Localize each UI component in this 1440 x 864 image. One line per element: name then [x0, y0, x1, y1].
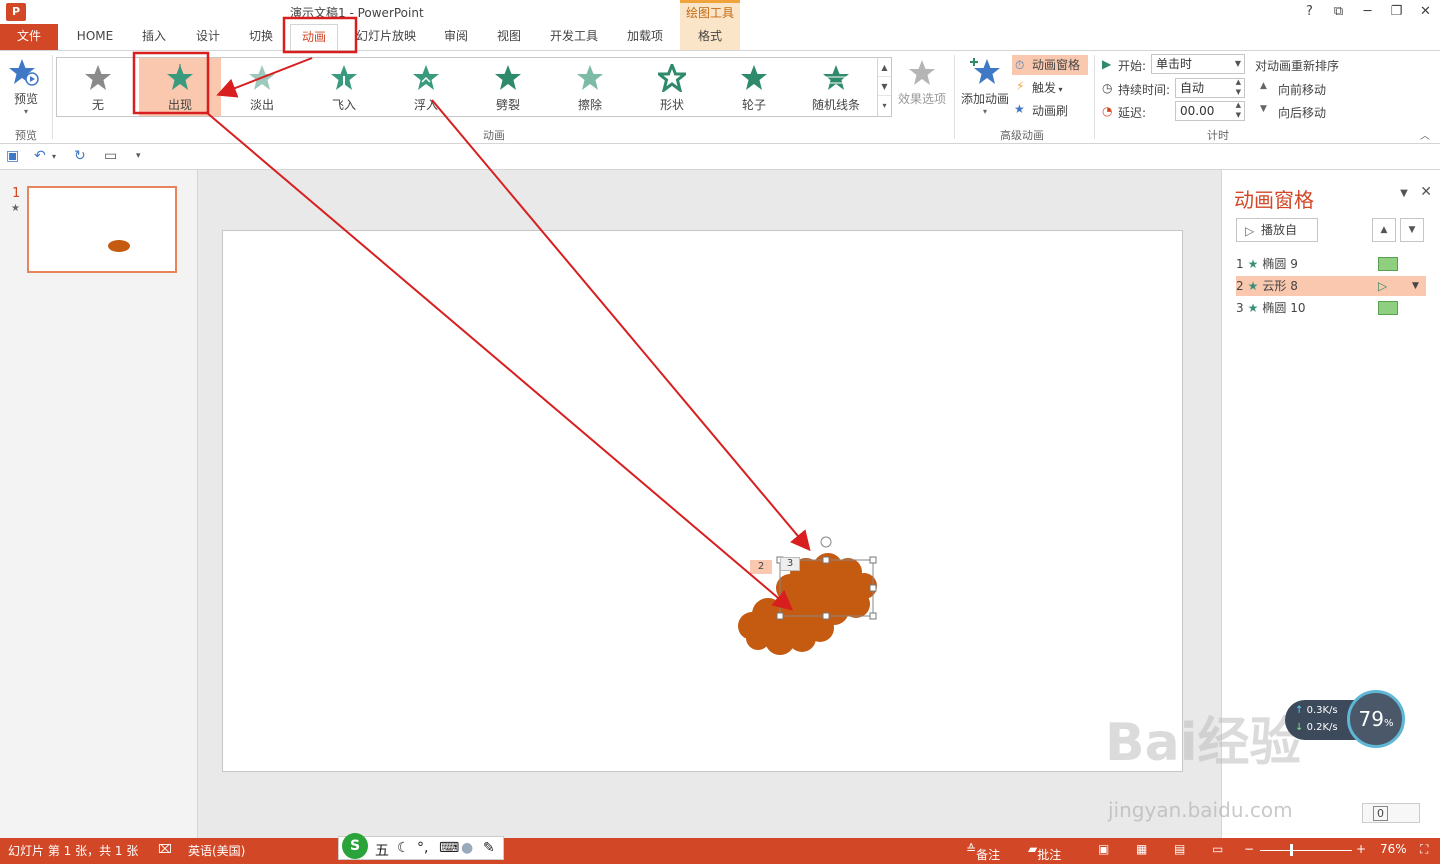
slide-info: 幻灯片 第 1 张，共 1 张: [8, 844, 139, 858]
zoom-slider[interactable]: [1260, 850, 1352, 851]
punctuation-icon[interactable]: °,: [417, 840, 428, 856]
baidu-watermark: Bai经验: [1105, 713, 1302, 773]
highlight-appear: [132, 51, 210, 115]
fit-icon: 0: [1373, 806, 1388, 821]
arrow-float-to-cloud: [431, 99, 811, 552]
network-speed-widget[interactable]: ↑ 0.3K/s ↓ 0.2K/s 79%: [1285, 690, 1405, 748]
move-up-button[interactable]: ▲: [1372, 218, 1396, 242]
upload-speed: ↑ 0.3K/s: [1295, 705, 1338, 716]
moon-icon[interactable]: ☾: [397, 840, 410, 856]
play-from-button[interactable]: ▷ 播放自: [1236, 218, 1318, 242]
zoom-level[interactable]: 76%: [1380, 842, 1407, 856]
anim-list-item[interactable]: 1 ★ 椭圆 9: [1236, 254, 1426, 274]
entrance-star-icon: ★: [1247, 257, 1259, 271]
timing-bar: [1378, 301, 1398, 315]
slideshow-view-icon[interactable]: ▭: [1212, 842, 1223, 856]
input-mode[interactable]: 五: [375, 840, 389, 860]
anim-list-item[interactable]: 3 ★ 椭圆 10: [1236, 298, 1426, 318]
arrow-appear-to-cloud: [205, 111, 794, 611]
pane-close-icon[interactable]: ✕: [1420, 184, 1432, 200]
move-down-button[interactable]: ▼: [1400, 218, 1424, 242]
arrow-tab-to-appear: [216, 57, 313, 98]
zoom-slider-thumb[interactable]: [1290, 844, 1293, 856]
notes-button[interactable]: ≙ 备注: [966, 842, 1000, 862]
status-bar: 幻灯片 第 1 张，共 1 张 ⌧ 英语(美国) ≙ 备注 ▰ 批注 ▣ ▦ ▤…: [0, 838, 1440, 864]
reading-view-icon[interactable]: ▤: [1174, 842, 1185, 856]
memory-gauge: 79%: [1347, 690, 1405, 748]
language-indicator[interactable]: 英语(美国): [188, 842, 245, 859]
slide-sorter-icon[interactable]: ▦: [1136, 842, 1147, 856]
spell-check-icon[interactable]: ⌧: [158, 842, 172, 856]
fit-slide-control[interactable]: 0: [1362, 803, 1420, 823]
keyboard-icon[interactable]: ⌨: [439, 840, 459, 856]
zoom-out-icon[interactable]: −: [1244, 842, 1254, 856]
entrance-star-icon: ★: [1247, 279, 1259, 293]
play-icon: ▷: [1245, 224, 1255, 238]
comments-button[interactable]: ▰ 批注: [1028, 842, 1061, 862]
wrench-icon[interactable]: ✎: [483, 840, 495, 856]
fit-window-icon[interactable]: ⛶: [1420, 842, 1428, 857]
user-icon[interactable]: ●: [461, 840, 473, 856]
timing-bar: [1378, 257, 1398, 271]
watermark-url: jingyan.baidu.com: [1108, 798, 1293, 822]
anim-list-item-selected[interactable]: 2 ★ 云形 8 ▷ ▼: [1236, 276, 1426, 296]
normal-view-icon[interactable]: ▣: [1098, 842, 1109, 856]
download-speed: ↓ 0.2K/s: [1295, 722, 1338, 733]
zoom-in-icon[interactable]: +: [1356, 842, 1366, 856]
pane-options-icon[interactable]: ▼: [1400, 188, 1408, 199]
animation-pane-title: 动画窗格: [1234, 188, 1314, 212]
ime-toolbar: S 五 ☾ °, ⌨ ● ✎: [338, 833, 504, 860]
sogou-logo-icon[interactable]: S: [342, 833, 368, 859]
play-triangle-icon: ▷: [1378, 279, 1388, 293]
item-dropdown-icon[interactable]: ▼: [1412, 276, 1419, 296]
highlight-animation-tab: [282, 16, 358, 54]
entrance-star-icon: ★: [1247, 301, 1259, 315]
